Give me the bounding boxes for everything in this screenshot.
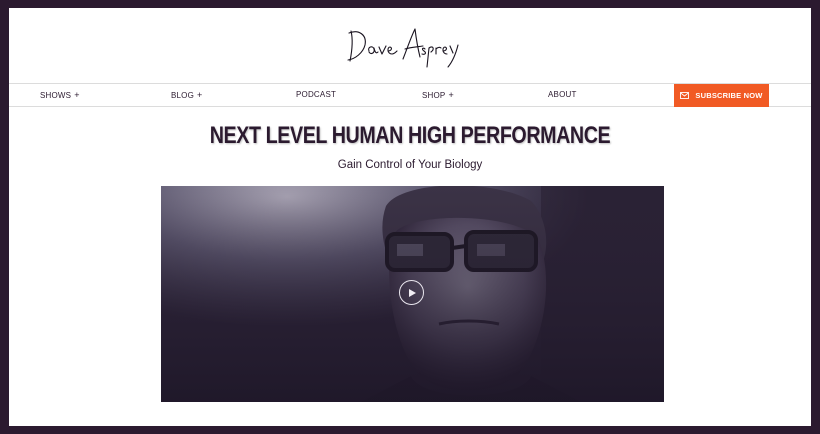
nav-item-podcast[interactable]: PODCAST — [296, 84, 336, 106]
plus-icon: + — [448, 90, 454, 100]
signature-logo-icon — [347, 27, 459, 68]
play-button[interactable] — [399, 280, 424, 305]
nav-item-shows[interactable]: SHOWS + — [40, 84, 80, 106]
nav-item-blog[interactable]: BLOG + — [171, 84, 203, 106]
page-title: NEXT LEVEL HUMAN HIGH PERFORMANCE — [209, 122, 611, 149]
nav-item-label: SHOP — [422, 91, 446, 100]
nav-item-about[interactable]: ABOUT — [548, 84, 577, 106]
play-icon — [409, 288, 416, 297]
subscribe-button[interactable]: SUBSCRIBE NOW — [674, 84, 769, 107]
plus-icon: + — [197, 90, 203, 100]
subscribe-label: SUBSCRIBE NOW — [695, 91, 763, 100]
nav-item-label: PODCAST — [296, 90, 337, 99]
envelope-icon — [680, 92, 690, 99]
main-nav: SHOWS + BLOG + PODCAST SHOP + ABOUT SUBSCRI… — [9, 83, 811, 107]
nav-item-label: ABOUT — [548, 90, 577, 99]
site-logo[interactable]: Dave Asprey — [9, 8, 811, 83]
hero-video[interactable] — [161, 186, 664, 402]
nav-item-label: SHOWS — [40, 91, 72, 100]
nav-item-label: BLOG — [171, 91, 195, 100]
page: Dave Asprey — [9, 8, 811, 426]
page-subtitle: Gain Control of Your Biology — [337, 159, 483, 171]
nav-item-shop[interactable]: SHOP + — [422, 84, 454, 106]
plus-icon: + — [74, 90, 80, 100]
